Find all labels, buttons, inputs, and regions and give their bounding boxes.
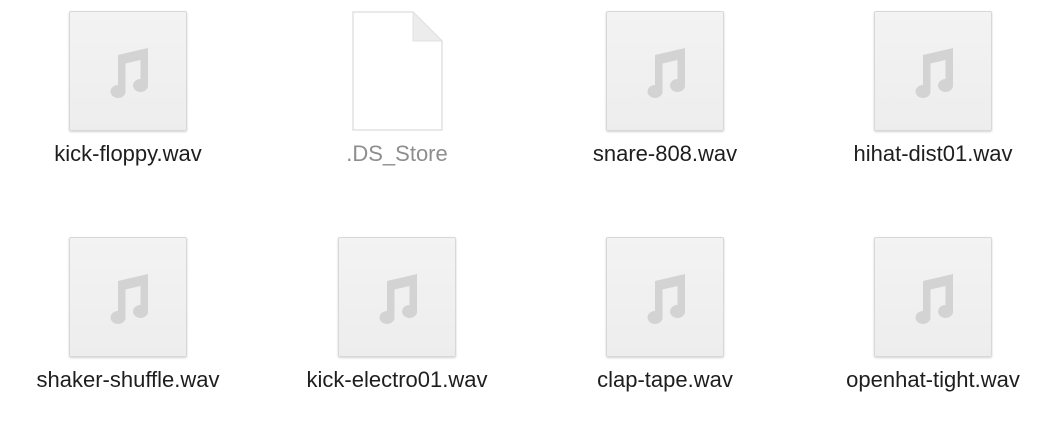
music-note-icon [915,274,954,324]
file-name-label: kick-electro01.wav [306,367,488,392]
file-item-hihat-dist01[interactable]: hihat-dist01.wav [808,0,1058,200]
audio-file-thumbnail [606,237,724,357]
music-note-icon [647,48,686,98]
file-item-ds-store[interactable]: .DS_Store [272,0,522,200]
document-file-thumbnail [338,11,456,131]
file-item-snare-808[interactable]: snare-808.wav [540,0,790,200]
music-note-icon [379,274,418,324]
file-name-label: .DS_Store [346,141,448,166]
file-name-label: hihat-dist01.wav [853,141,1013,166]
file-name-label: snare-808.wav [592,141,738,166]
file-name-label: kick-floppy.wav [54,141,202,166]
audio-file-thumbnail [69,11,187,131]
audio-file-thumbnail [874,237,992,357]
document-icon [352,11,443,131]
audio-file-thumbnail [338,237,456,357]
music-note-icon [110,274,149,324]
file-name-label: shaker-shuffle.wav [36,367,220,392]
audio-file-thumbnail [606,11,724,131]
music-note-icon [915,48,954,98]
file-item-kick-electro01[interactable]: kick-electro01.wav [272,226,522,426]
music-note-icon [647,274,686,324]
file-item-openhat-tight[interactable]: openhat-tight.wav [808,226,1058,426]
music-note-icon [110,48,149,98]
file-item-shaker-shuffle[interactable]: shaker-shuffle.wav [3,226,253,426]
file-item-clap-tape[interactable]: clap-tape.wav [540,226,790,426]
file-name-label: openhat-tight.wav [846,367,1020,392]
audio-file-thumbnail [874,11,992,131]
file-item-kick-floppy[interactable]: kick-floppy.wav [3,0,253,200]
file-name-label: clap-tape.wav [597,367,733,392]
file-icon-grid: kick-floppy.wav .DS_Store snare-808.wav … [0,0,1062,440]
audio-file-thumbnail [69,237,187,357]
